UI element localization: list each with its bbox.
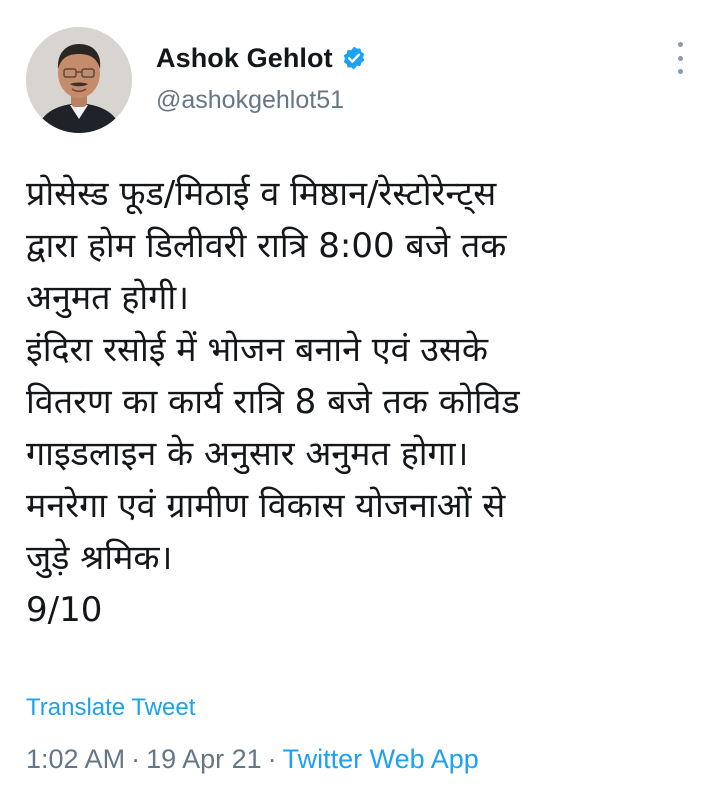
meta-separator: · — [267, 744, 277, 774]
tweet-text: प्रोसेस्ड फूड/मिठाई व मिष्ठान/रेस्टोरेन्… — [26, 168, 706, 636]
tweet-text-line: मनरेगा एवं ग्रामीण विकास योजनाओं से — [26, 486, 506, 526]
tweet-text-line: वितरण का कार्य रात्रि 8 बजे तक कोविड — [26, 382, 520, 422]
tweet-text-line: 9/10 — [26, 590, 103, 630]
tweet-card: Ashok Gehlot @ashokgehlot51 प्रोसेस्ड फू… — [0, 0, 720, 806]
tweet-text-line: जुड़े श्रमिक। — [26, 538, 173, 578]
author-display-name[interactable]: Ashok Gehlot — [156, 43, 333, 74]
verified-badge-icon — [341, 45, 367, 71]
tweet-text-line: इंदिरा रसोई में भोजन बनाने एवं उसके — [26, 330, 489, 370]
meta-separator: · — [131, 744, 141, 774]
translate-tweet-link[interactable]: Translate Tweet — [26, 694, 195, 722]
tweet-text-line: प्रोसेस्ड फूड/मिठाई व मिष्ठान/रेस्टोरेन्… — [26, 174, 497, 214]
tweet-meta: 1:02 AM · 19 Apr 21 · Twitter Web App — [26, 744, 479, 775]
author-handle[interactable]: @ashokgehlot51 — [156, 86, 344, 115]
tweet-text-line: अनुमत होगी। — [26, 278, 190, 318]
author-name-row: Ashok Gehlot — [156, 38, 367, 78]
tweet-text-line: द्वारा होम डिलीवरी रात्रि 8:00 बजे तक — [26, 226, 507, 266]
tweet-text-line: गाइडलाइन के अनुसार अनुमत होगा। — [26, 434, 469, 474]
tweet-time[interactable]: 1:02 AM — [26, 744, 125, 774]
avatar[interactable] — [26, 27, 132, 133]
tweet-source-link[interactable]: Twitter Web App — [283, 744, 479, 774]
more-options-icon[interactable] — [668, 42, 692, 74]
tweet-date[interactable]: 19 Apr 21 — [146, 744, 262, 774]
